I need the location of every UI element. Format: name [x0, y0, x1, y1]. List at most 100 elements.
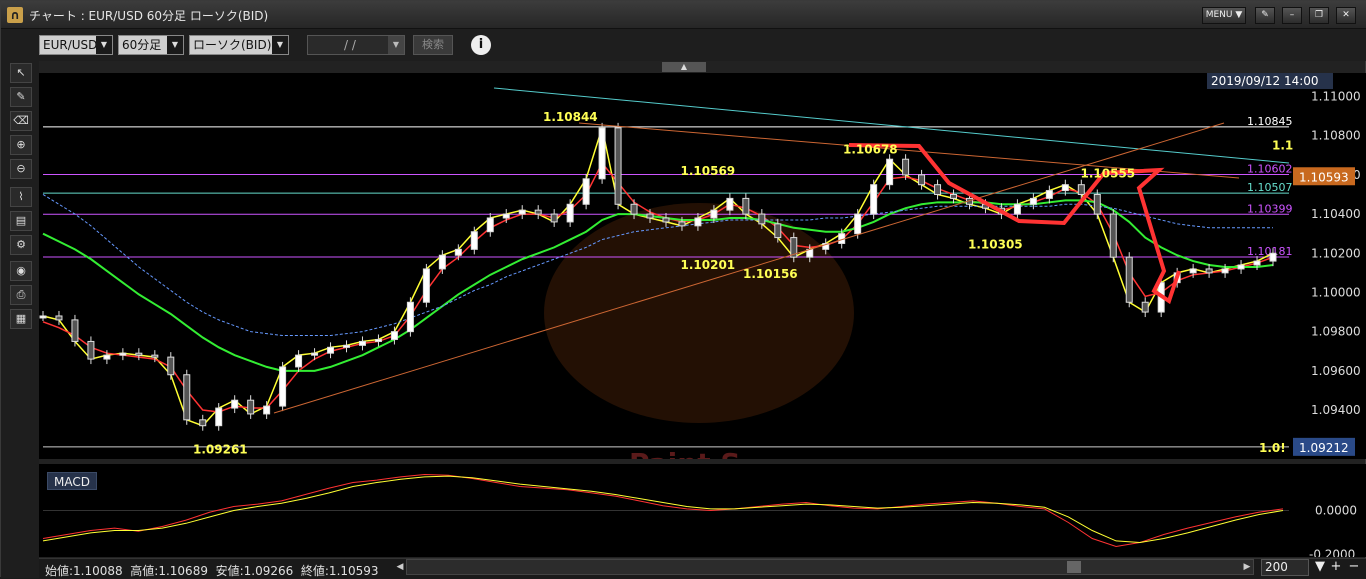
- candle-body: [247, 399, 255, 415]
- print-icon[interactable]: ⎙: [10, 285, 32, 305]
- zoom-out-icon[interactable]: ⊖: [10, 159, 32, 179]
- zoom-select-value: 200: [1265, 560, 1288, 574]
- calendar-dropdown-icon[interactable]: ▼: [388, 36, 404, 54]
- erase-all-icon[interactable]: ⌫: [10, 111, 32, 131]
- candle-body: [1029, 197, 1037, 205]
- candle-body: [1013, 203, 1021, 215]
- candle-body: [295, 354, 303, 368]
- candle-body: [374, 338, 382, 342]
- candle-body: [1125, 256, 1133, 303]
- candle-body: [438, 254, 446, 270]
- candle-body: [742, 197, 750, 215]
- y-tick-label: 1.10800: [1311, 129, 1361, 143]
- y-tick-label: 1.09600: [1311, 364, 1361, 378]
- candle-body: [454, 248, 462, 256]
- maximize-icon[interactable]: ❐: [1309, 7, 1329, 24]
- timeframe-select-value: 60分足: [122, 38, 162, 52]
- zoom-out-button[interactable]: −: [1347, 560, 1361, 574]
- drawing-tools-sidebar: ↖ ✎ ⌫ ⊕ ⊖ ⌇ ▤ ⚙ ◉ ⎙ ▦: [1, 61, 39, 578]
- cursor-icon[interactable]: ↖: [10, 63, 32, 83]
- candle-body: [263, 405, 271, 415]
- candle-body: [598, 127, 606, 180]
- candle-body: [55, 315, 63, 321]
- candle-body: [614, 127, 622, 205]
- candle-body: [854, 213, 862, 235]
- pair-select[interactable]: EUR/USD ▼: [39, 35, 113, 55]
- eye-icon[interactable]: ◉: [10, 261, 32, 281]
- candle-body: [886, 158, 894, 186]
- peak-label: 1.10305: [968, 238, 1023, 252]
- chevron-down-icon[interactable]: ▼: [1313, 560, 1327, 574]
- candle-body: [215, 407, 223, 427]
- candle-body: [502, 213, 510, 219]
- candle-body: [119, 352, 127, 356]
- scroll-thumb[interactable]: [1067, 561, 1081, 573]
- pen-icon[interactable]: ✎: [10, 87, 32, 107]
- chevron-down-icon: ▼: [167, 36, 183, 54]
- candle-body: [1221, 268, 1229, 274]
- minimize-icon[interactable]: –: [1282, 7, 1302, 24]
- candle-body: [1205, 268, 1213, 274]
- level-label: 1.10845: [1247, 115, 1293, 128]
- calendar-icon[interactable]: ▤: [10, 211, 32, 231]
- candle-body: [87, 340, 95, 360]
- peak-label: 1.10156: [743, 267, 798, 281]
- scroll-left-icon[interactable]: ◀: [394, 561, 406, 573]
- low-price-label: 1.09212: [1299, 441, 1349, 455]
- collapse-toolbar-tab[interactable]: ▲: [662, 62, 706, 72]
- candle-body: [279, 366, 287, 407]
- right-edge-label: 1.0!: [1259, 441, 1286, 455]
- indicator-icon[interactable]: ⌇: [10, 187, 32, 207]
- candle-body: [566, 203, 574, 223]
- chevron-down-icon: ▼: [96, 36, 112, 54]
- candle-body: [343, 344, 351, 348]
- chart-kind-select[interactable]: ローソク(BID) ▼: [189, 35, 289, 55]
- level-label: 1.10399: [1247, 202, 1293, 215]
- peak-label: 1.10555: [1081, 167, 1136, 181]
- timestamp-label: 2019/09/12 14:00: [1211, 74, 1319, 88]
- horizontal-scrollbar[interactable]: [406, 559, 1254, 575]
- y-tick-label: 1.09400: [1311, 403, 1361, 417]
- candle-body: [406, 301, 414, 333]
- candle-body: [758, 213, 766, 225]
- timeframe-select[interactable]: 60分足 ▼: [118, 35, 184, 55]
- candle-body: [630, 203, 638, 215]
- settings-icon[interactable]: ⚙: [10, 235, 32, 255]
- y-tick-label: 1.10200: [1311, 246, 1361, 260]
- candle-body: [358, 340, 366, 346]
- chevron-down-icon: ▼: [272, 36, 288, 54]
- scroll-right-icon[interactable]: ▶: [1241, 561, 1253, 573]
- menu-button[interactable]: MENU ▼: [1202, 7, 1246, 24]
- window-title: チャート : EUR/USD 60分足 ローソク(BID): [29, 9, 269, 23]
- candle-body: [518, 209, 526, 215]
- candle-body: [774, 223, 782, 239]
- candle-body: [1189, 268, 1197, 274]
- app-icon: ∩: [7, 7, 23, 23]
- pin-icon[interactable]: ✎: [1255, 7, 1275, 24]
- peak-label: 1.10569: [681, 164, 736, 178]
- macd-label: MACD: [47, 472, 97, 490]
- close-icon[interactable]: ✕: [1336, 7, 1356, 24]
- candle-body: [950, 193, 958, 199]
- candle-body: [678, 221, 686, 227]
- candle-body: [662, 217, 670, 223]
- right-edge-label: 1.1: [1272, 138, 1293, 152]
- chart-window: ∩ チャート : EUR/USD 60分足 ローソク(BID) MENU ▼ ✎…: [0, 0, 1366, 578]
- chart-kind-select-value: ローソク(BID): [193, 38, 272, 52]
- grid-icon[interactable]: ▦: [10, 309, 32, 329]
- zoom-in-button[interactable]: +: [1329, 560, 1343, 574]
- search-button[interactable]: 検索: [413, 35, 453, 55]
- candle-body: [1077, 184, 1085, 195]
- y-tick-label: 1.11000: [1311, 90, 1361, 104]
- info-icon[interactable]: i: [471, 35, 491, 55]
- candle-body: [231, 399, 239, 409]
- zoom-select[interactable]: 200: [1261, 559, 1309, 576]
- ohlc-readout: 始値:1.10088 高値:1.10689 安値:1.09266 終値:1.10…: [45, 564, 379, 578]
- date-field[interactable]: / / ▼: [307, 35, 405, 55]
- watermark-palette: [544, 203, 854, 423]
- level-label: 1.10507: [1247, 181, 1293, 194]
- candle-body: [135, 352, 143, 356]
- zoom-in-icon[interactable]: ⊕: [10, 135, 32, 155]
- y-tick-label: 1.10000: [1311, 285, 1361, 299]
- candle-body: [199, 419, 207, 427]
